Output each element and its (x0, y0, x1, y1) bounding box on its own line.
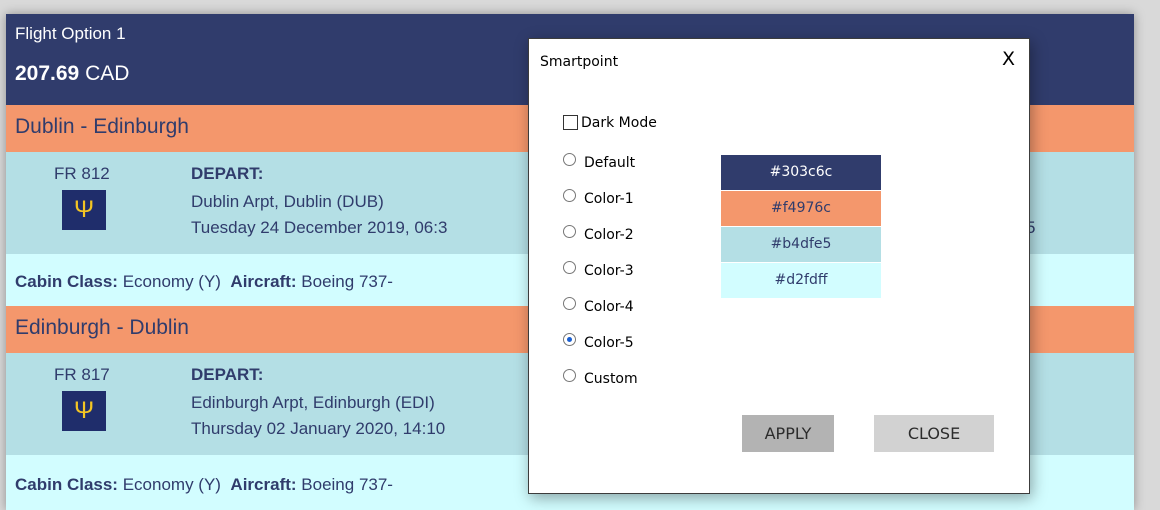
radio-button[interactable] (563, 368, 576, 382)
aircraft-label: Aircraft: (230, 272, 297, 291)
radio-default[interactable]: Default (563, 152, 636, 171)
radio-label: Default (584, 155, 636, 171)
radio-color-3[interactable]: Color-3 (563, 260, 634, 279)
depart-label: DEPART: (191, 164, 264, 183)
radio-label: Custom (584, 371, 638, 387)
price-currency: CAD (85, 62, 130, 85)
radio-color-5[interactable]: Color-5 (563, 332, 634, 351)
radio-label: Color-3 (584, 263, 634, 279)
swatch-4: #d2fdff (721, 263, 881, 298)
close-icon[interactable]: X (1002, 48, 1015, 70)
route-title: Dublin - Edinburgh (15, 115, 189, 138)
segment-info-1: Cabin Class: Economy (Y) Aircraft: Boein… (15, 272, 393, 292)
radio-label: Color-5 (584, 335, 634, 351)
depart-label: DEPART: (191, 365, 264, 384)
radio-color-4[interactable]: Color-4 (563, 296, 634, 315)
radio-button[interactable] (563, 296, 576, 310)
radio-button[interactable] (563, 260, 576, 274)
aircraft-value: Boeing 737- (301, 272, 393, 291)
dialog-titlebar: Smartpoint X (529, 39, 1029, 84)
radio-button[interactable] (563, 152, 576, 166)
dialog-title: Smartpoint (540, 54, 619, 70)
cabin-class-value: Economy (Y) (122, 475, 221, 494)
depart-airport: Dublin Arpt, Dublin (DUB) (191, 192, 384, 211)
swatch-2: #f4976c (721, 191, 881, 226)
option-price: 207.69 CAD (15, 62, 129, 86)
ryanair-harp-icon: Ψ (62, 391, 106, 431)
swatch-1: #303c6c (721, 155, 881, 190)
dark-mode-checkbox[interactable]: Dark Mode (563, 114, 657, 131)
depart-datetime: Thursday 02 January 2020, 14:10 (191, 419, 446, 438)
radio-label: Color-4 (584, 299, 634, 315)
ryanair-harp-icon: Ψ (62, 190, 106, 230)
segment-info-2: Cabin Class: Economy (Y) Aircraft: Boein… (15, 475, 393, 495)
radio-color-2[interactable]: Color-2 (563, 224, 634, 243)
radio-label: Color-1 (584, 191, 634, 207)
aircraft-label: Aircraft: (230, 475, 297, 494)
radio-button[interactable] (563, 332, 576, 346)
aircraft-value: Boeing 737- (301, 475, 393, 494)
radio-custom[interactable]: Custom (563, 368, 638, 387)
cabin-class-label: Cabin Class: (15, 272, 118, 291)
dark-mode-label: Dark Mode (581, 115, 657, 131)
apply-button[interactable]: APPLY (742, 415, 834, 452)
depart-airport: Edinburgh Arpt, Edinburgh (EDI) (191, 393, 435, 412)
price-amount: 207.69 (15, 62, 80, 85)
checkbox-box[interactable] (563, 114, 578, 130)
cabin-class-value: Economy (Y) (122, 272, 221, 291)
depart-datetime: Tuesday 24 December 2019, 06:3 (191, 218, 448, 237)
route-title: Edinburgh - Dublin (15, 316, 189, 339)
flight-number: FR 817 (54, 365, 110, 384)
radio-button[interactable] (563, 224, 576, 238)
option-label: Flight Option 1 (15, 24, 126, 43)
radio-button[interactable] (563, 188, 576, 202)
cabin-class-label: Cabin Class: (15, 475, 118, 494)
radio-color-1[interactable]: Color-1 (563, 188, 634, 207)
swatch-3: #b4dfe5 (721, 227, 881, 262)
flight-number: FR 812 (54, 164, 110, 183)
smartpoint-dialog: Smartpoint X Dark Mode Default Color-1 Col… (528, 38, 1030, 494)
close-button[interactable]: CLOSE (874, 415, 994, 452)
radio-label: Color-2 (584, 227, 634, 243)
